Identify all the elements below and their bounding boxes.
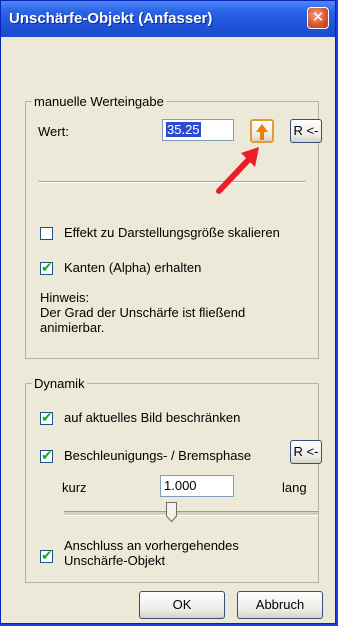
value-input[interactable]: 35.25 [162, 119, 234, 141]
alpha-checkbox[interactable]: ✔ [40, 259, 53, 275]
cancel-button[interactable]: Abbruch [237, 591, 323, 619]
ok-button[interactable]: OK [139, 591, 225, 619]
alpha-checkbox-label: Kanten (Alpha) erhalten [64, 260, 202, 275]
reset-dynamics-label: R <- [293, 444, 319, 459]
speed-slider-track[interactable] [64, 511, 318, 516]
connect-label-line: Unschärfe-Objekt [64, 553, 166, 568]
reset-value-button[interactable]: R <- [290, 119, 322, 143]
value-text: 35.25 [166, 122, 201, 137]
long-label: lang [282, 480, 307, 495]
short-label: kurz [62, 480, 87, 495]
checkmark-icon: ✔ [41, 259, 53, 275]
close-button[interactable]: ✕ [307, 7, 329, 29]
speed-slider-thumb[interactable] [166, 502, 177, 522]
dynamics-group-legend: Dynamik [32, 376, 87, 391]
reset-dynamics-button[interactable]: R <- [290, 440, 322, 464]
close-icon: ✕ [311, 9, 325, 26]
title-bar[interactable]: Unschärfe-Objekt (Anfasser) ✕ [1, 1, 335, 37]
checkmark-icon: ✔ [41, 409, 53, 425]
connect-label-line: Anschluss an vorhergehendes [64, 538, 239, 553]
value-label: Wert: [38, 124, 69, 139]
up-arrow-icon [256, 124, 268, 140]
hint-text: Hinweis: Der Grad der Unschärfe ist flie… [40, 290, 245, 335]
ok-button-label: OK [172, 597, 192, 612]
hint-line: Hinweis: [40, 290, 90, 305]
scale-checkbox-label: Effekt zu Darstellungsgröße skalieren [64, 225, 280, 240]
arrow-up-button[interactable] [250, 119, 274, 143]
accel-checkbox-label: Beschleunigungs- / Bremsphase [64, 448, 252, 463]
annotation-arrow [216, 147, 259, 194]
dialog-window: Unschärfe-Objekt (Anfasser) ✕ manuelle W… [0, 0, 336, 624]
limit-checkbox[interactable]: ✔ [40, 409, 53, 425]
scale-checkbox[interactable] [40, 227, 53, 240]
cancel-button-label: Abbruch [255, 597, 305, 612]
factor-input[interactable]: 1.000 [160, 475, 234, 497]
connect-checkbox[interactable]: ✔ [40, 547, 53, 563]
connect-checkbox-label: Anschluss an vorhergehendes Unschärfe-Ob… [64, 538, 239, 568]
manual-group-legend: manuelle Werteingabe [32, 94, 166, 109]
manual-input-group: manuelle Werteingabe Wert: 35.25 R <- Ef… [25, 94, 322, 359]
checkmark-icon: ✔ [41, 447, 53, 463]
hint-line: Der Grad der Unschärfe ist fließend [40, 305, 246, 320]
checkmark-icon: ✔ [41, 547, 53, 563]
accel-checkbox[interactable]: ✔ [40, 447, 53, 463]
dynamics-group: Dynamik ✔ auf aktuelles Bild beschränken… [25, 376, 322, 583]
limit-checkbox-label: auf aktuelles Bild beschränken [64, 410, 241, 425]
window-title: Unschärfe-Objekt (Anfasser) [9, 10, 213, 27]
factor-value: 1.000 [164, 478, 197, 493]
reset-value-label: R <- [293, 123, 319, 138]
hint-line: animierbar. [40, 320, 105, 335]
